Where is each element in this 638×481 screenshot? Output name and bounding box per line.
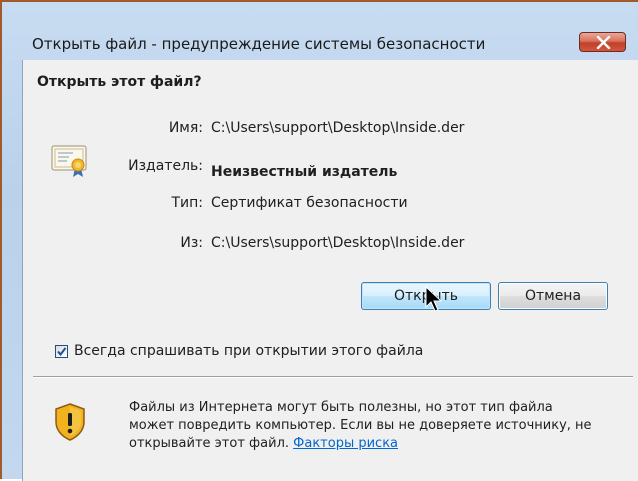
name-value: C:\Users\support\Desktop\Inside.der [211, 120, 465, 136]
publisher-label: Издатель: [128, 158, 203, 174]
close-button[interactable] [579, 32, 626, 52]
type-label: Тип: [171, 195, 203, 211]
type-value: Сертификат безопасности [211, 195, 408, 211]
publisher-value: Неизвестный издатель [211, 164, 398, 180]
from-label: Из: [180, 235, 203, 251]
close-icon [596, 36, 611, 49]
mouse-cursor-icon [425, 286, 443, 312]
from-value: C:\Users\support\Desktop\Inside.der [211, 235, 465, 251]
warning-message: Файлы из Интернета могут быть полезны, н… [129, 399, 599, 453]
dialog-body: Открыть этот файл? Имя: C:\Users\support… [22, 60, 638, 481]
warning-shield-icon [55, 403, 85, 441]
dialog-window: Открыть файл - предупреждение системы бе… [0, 0, 638, 481]
checkmark-icon [57, 347, 67, 357]
certificate-icon [51, 145, 87, 177]
cancel-button[interactable]: Отмена [498, 282, 608, 310]
always-ask-label[interactable]: Всегда спрашивать при открытии этого фай… [74, 343, 423, 359]
risk-factors-link[interactable]: Факторы риска [293, 436, 398, 451]
name-label: Имя: [168, 120, 203, 136]
divider [33, 376, 633, 378]
dialog-heading: Открыть этот файл? [37, 74, 202, 90]
window-title: Открыть файл - предупреждение системы бе… [32, 35, 486, 53]
title-bar[interactable]: Открыть файл - предупреждение системы бе… [2, 2, 638, 60]
always-ask-checkbox[interactable] [55, 345, 68, 358]
